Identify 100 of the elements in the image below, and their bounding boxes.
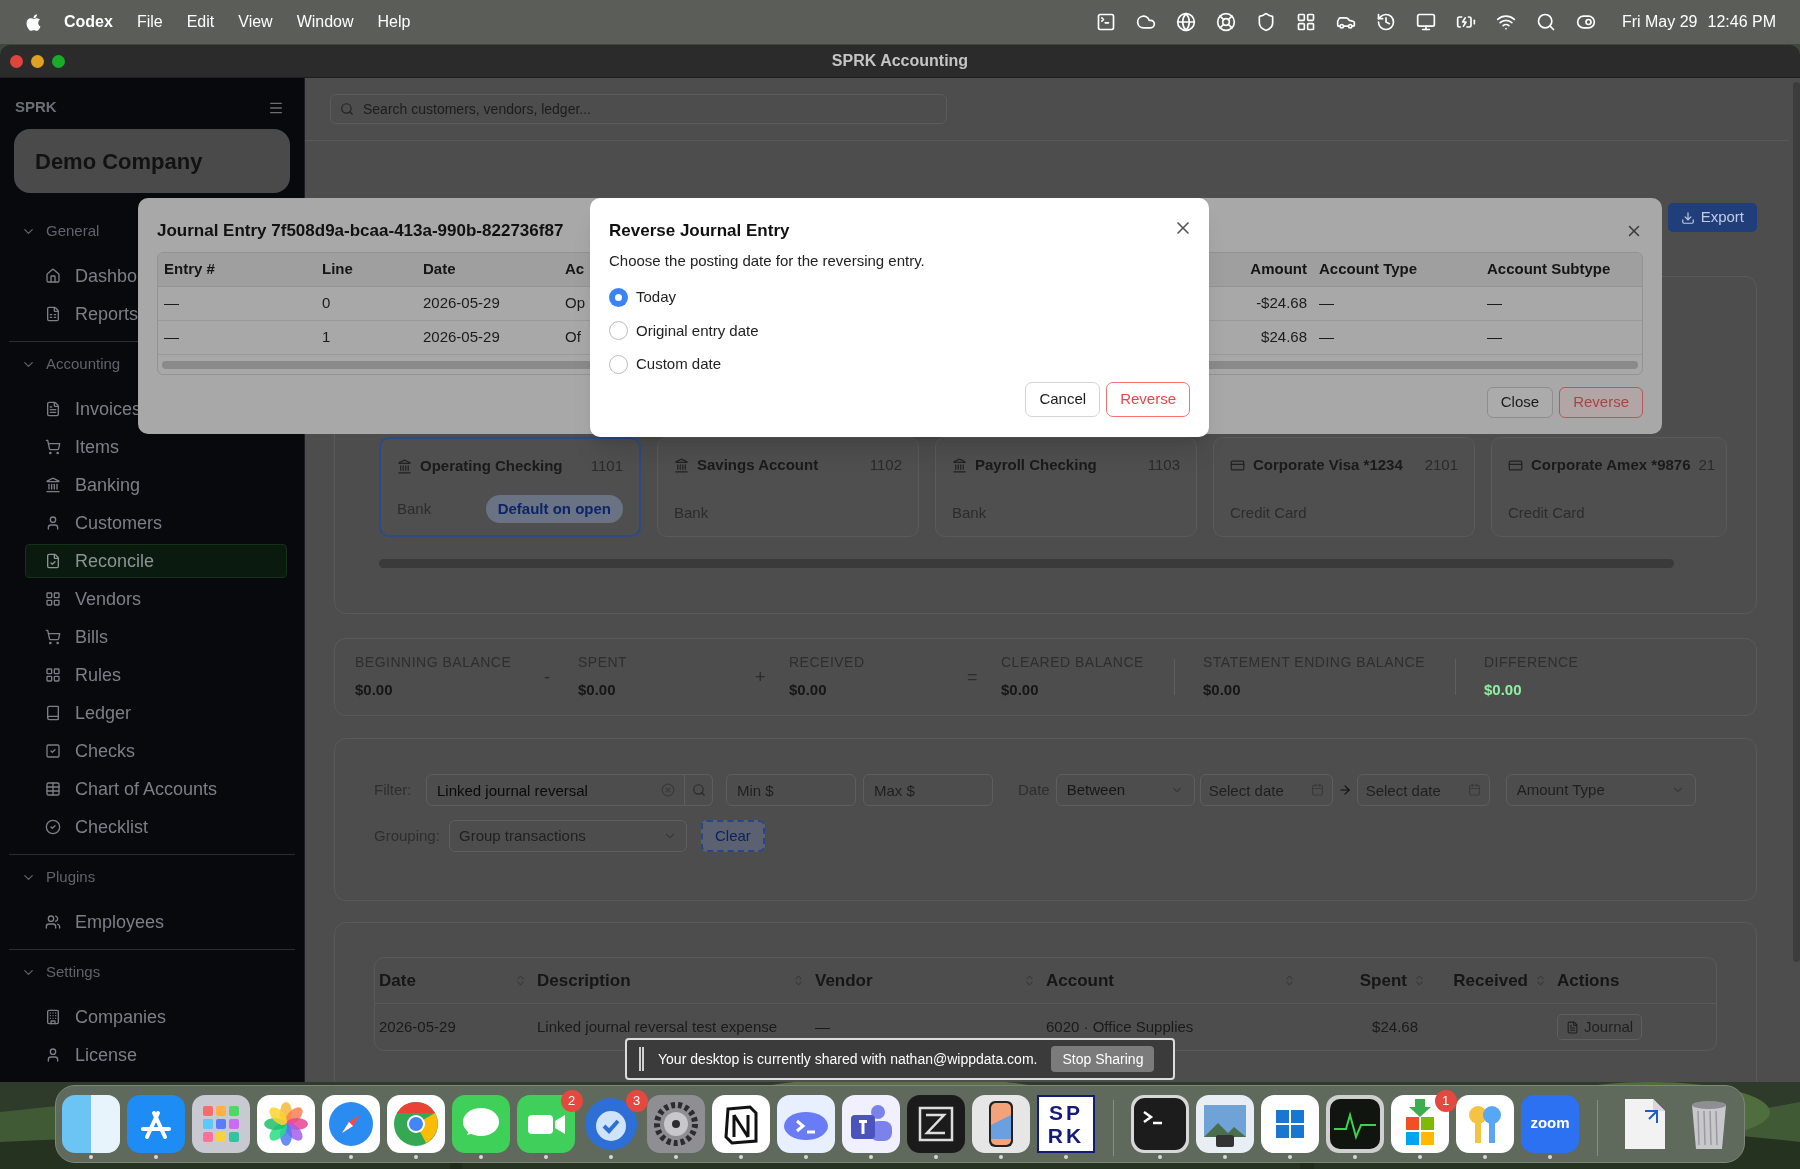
menu-date[interactable]: Fri May 29 <box>1621 10 1698 34</box>
section-header[interactable]: Accounting <box>46 352 121 376</box>
toggles-icon[interactable] <box>1575 12 1596 32</box>
document-check-icon <box>45 553 61 569</box>
sidebar-item[interactable]: Customers <box>25 506 183 540</box>
zoom-window-icon[interactable] <box>52 54 65 68</box>
menu-item[interactable]: View <box>238 10 273 34</box>
sidebar-item[interactable]: Reports <box>25 297 159 331</box>
menu-app-name[interactable]: Codex <box>64 10 113 34</box>
sidebar-item[interactable]: Employees <box>25 905 185 939</box>
video-camera-icon[interactable] <box>517 1094 575 1153</box>
table-icon <box>45 781 61 797</box>
radio-button[interactable] <box>609 287 628 307</box>
menu-item[interactable]: Window <box>296 10 354 34</box>
dialog-button[interactable]: Cancel <box>1025 381 1101 417</box>
phone-icon[interactable] <box>972 1094 1030 1153</box>
wifi-icon[interactable] <box>1495 12 1516 32</box>
sidebar-item[interactable]: License <box>25 1038 158 1072</box>
sidebar-item[interactable]: Companies <box>25 1000 187 1034</box>
keys-icon[interactable] <box>1456 1094 1514 1153</box>
sidebar-item[interactable]: Banking <box>25 468 161 502</box>
history-icon[interactable] <box>1375 12 1396 32</box>
gear-icon[interactable] <box>647 1094 705 1153</box>
balance-value: $0.00 <box>1001 680 1040 701</box>
section-header[interactable]: General <box>46 219 100 243</box>
balance-value: $0.00 <box>578 680 617 701</box>
table-cell-text: — <box>1318 326 1335 347</box>
drag-handle-icon[interactable] <box>639 1047 644 1071</box>
window-grid-icon[interactable] <box>1261 1094 1319 1153</box>
sidebar-item[interactable]: Invoices <box>25 392 162 426</box>
sidebar-item[interactable]: Checklist <box>25 810 169 844</box>
sidebar-item[interactable]: Vendors <box>25 582 162 616</box>
app-tile-icon[interactable] <box>127 1094 185 1153</box>
globe-icon[interactable] <box>1175 12 1196 32</box>
app-grid-icon[interactable] <box>192 1094 250 1153</box>
spreadsheet-icon <box>45 306 61 322</box>
dialog-button[interactable]: Reverse <box>1106 381 1190 417</box>
person-icon <box>45 515 61 531</box>
close-window-icon[interactable] <box>10 54 23 68</box>
four-squares-icon[interactable] <box>1391 1094 1449 1153</box>
sidebar-item[interactable]: Chart of Accounts <box>25 772 238 806</box>
table-cell-text: $24.68 <box>1260 326 1308 347</box>
search-icon <box>691 783 706 797</box>
people-icon[interactable] <box>842 1094 900 1153</box>
flower-icon[interactable] <box>257 1094 315 1153</box>
radio-button[interactable] <box>609 321 628 341</box>
bank-icon <box>397 458 412 474</box>
speech-bubble-icon[interactable] <box>452 1094 510 1153</box>
monitor-icon[interactable] <box>1415 12 1436 32</box>
menu-item[interactable]: Help <box>377 10 411 34</box>
grid-icon[interactable] <box>1295 12 1316 32</box>
sidebar-item[interactable]: Bills <box>25 620 128 654</box>
document-icon <box>45 401 61 417</box>
sidebar-item[interactable]: Items <box>25 430 139 464</box>
section-header[interactable]: Settings <box>46 960 101 984</box>
cart-icon <box>45 629 61 645</box>
sidebar-item[interactable]: Reconcile <box>25 544 287 578</box>
credit-card-icon <box>1508 457 1523 473</box>
cloud-icon[interactable] <box>1135 12 1156 32</box>
export-button[interactable]: Export <box>1667 203 1757 232</box>
sidebar-item[interactable]: Rules <box>25 658 142 692</box>
radio-option[interactable]: Custom date <box>609 353 1190 376</box>
table-cell-text: — <box>1486 292 1503 313</box>
menu-item[interactable]: Edit <box>186 10 215 34</box>
balance-value: $0.00 <box>1203 680 1242 701</box>
dialog-title: Journal Entry 7f508d9a-bcaa-413a-990b-822736f87 <box>157 220 564 242</box>
window-title: SPRK Accounting <box>831 51 969 71</box>
radio-option[interactable]: Original entry date <box>609 319 1190 342</box>
checkbox-icon <box>45 743 61 759</box>
grid-icon <box>45 667 61 683</box>
column-header: Ac <box>564 258 586 279</box>
sidebar-item[interactable]: Dashbo <box>25 259 158 293</box>
table-cell-text: -$24.68 <box>1255 292 1308 313</box>
sidebar-item[interactable]: Ledger <box>25 696 152 730</box>
logo-tile[interactable]: SPRK <box>1037 1094 1095 1153</box>
radio-button[interactable] <box>609 354 628 374</box>
menu-item[interactable]: File <box>136 10 163 34</box>
table-cell-text: 0 <box>321 292 332 313</box>
dark-tile-icon[interactable] <box>907 1094 965 1153</box>
dialog-button[interactable]: Reverse <box>1559 386 1643 418</box>
chevron-cloud-icon[interactable] <box>777 1094 835 1153</box>
terminal-icon[interactable] <box>1095 12 1116 32</box>
stop-sharing-button[interactable]: Stop Sharing <box>1051 1046 1155 1072</box>
apple-icon[interactable] <box>24 12 43 32</box>
person-icon <box>45 1047 61 1063</box>
dialog-button[interactable]: Close <box>1486 386 1554 418</box>
search-icon[interactable] <box>1535 12 1556 32</box>
terminal-icon[interactable] <box>1131 1094 1189 1153</box>
menu-time[interactable]: 12:46 PM <box>1707 10 1776 34</box>
video-app-tile[interactable]: zoom <box>1521 1094 1579 1153</box>
compass-icon[interactable] <box>322 1094 380 1153</box>
sidebar-item[interactable]: Checks <box>25 734 156 768</box>
split-tile-icon[interactable] <box>62 1094 120 1153</box>
section-header[interactable]: Plugins <box>46 865 96 889</box>
lifebuoy-icon[interactable] <box>1215 12 1236 32</box>
heartbeat-graph-icon[interactable] <box>1326 1094 1384 1153</box>
minimize-window-icon[interactable] <box>31 54 44 68</box>
image-icon[interactable] <box>1196 1094 1254 1153</box>
radio-option[interactable]: Today <box>609 286 1190 309</box>
cube-outline-icon[interactable] <box>712 1094 770 1153</box>
